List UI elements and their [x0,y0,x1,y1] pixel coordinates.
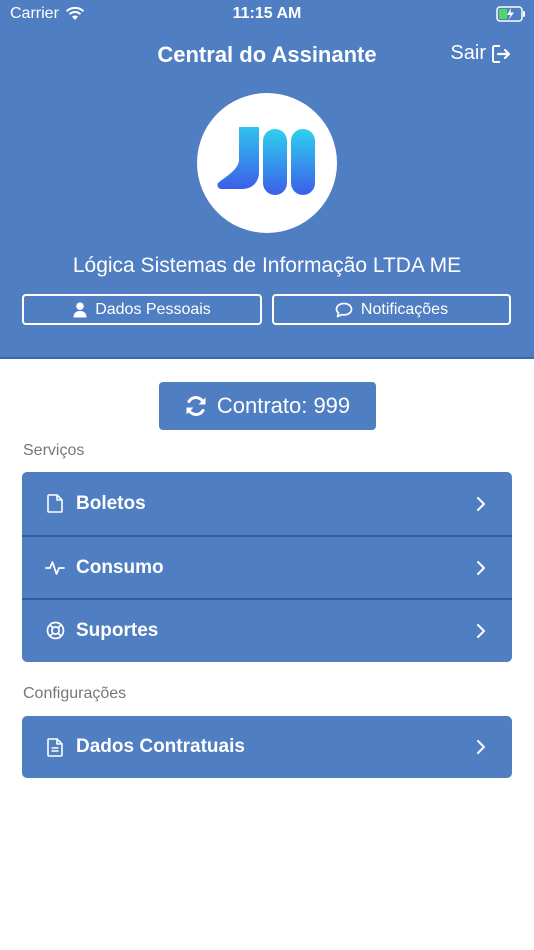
dados-contratuais-row[interactable]: Dados Contratuais [22,716,512,778]
logout-button[interactable]: Sair [450,42,512,65]
personal-data-button[interactable]: Dados Pessoais [22,294,262,325]
settings-list: Dados Contratuais [22,716,512,778]
battery-charging-icon [496,6,525,22]
clock: 11:15 AM [232,5,302,22]
suportes-label: Suportes [76,619,159,641]
boletos-label: Boletos [76,492,146,514]
dados-contratuais-label: Dados Contratuais [76,736,245,757]
chevron-right-icon [477,496,485,511]
lifebuoy-icon [44,620,66,642]
company-name: Lógica Sistemas de Informação LTDA ME [72,254,462,277]
document-text-icon [44,736,66,758]
consumo-label: Consumo [76,556,164,578]
status-bar: Carrier 11:15 AM [0,0,534,28]
chevron-right-icon [477,560,485,575]
logout-label: Sair [450,42,486,64]
contract-switch-button[interactable]: Contrato: 999 [159,382,376,430]
notifications-label: Notificações [360,300,449,318]
suportes-row[interactable]: Suportes [22,598,512,661]
contract-label: Contrato: 999 [216,393,351,418]
consumo-row[interactable]: Consumo [22,535,512,598]
personal-data-label: Dados Pessoais [95,300,211,318]
refresh-icon [186,396,206,416]
notifications-button[interactable]: Notificações [272,294,511,325]
chat-bubble-icon [335,302,353,317]
header: Carrier 11:15 AM Central do Assinante Sa… [0,0,534,359]
sign-out-icon [492,44,511,63]
activity-icon [44,557,66,579]
logo-icon [217,127,315,195]
services-section-title: Serviços [23,442,85,459]
user-icon [73,301,87,317]
services-list: Boletos Consumo Suportes [22,472,512,662]
company-logo [197,93,337,233]
boletos-row[interactable]: Boletos [22,472,512,535]
settings-section-title: Configurações [23,685,127,702]
chevron-right-icon [477,623,485,638]
file-icon [44,493,66,515]
chevron-right-icon [477,740,485,754]
